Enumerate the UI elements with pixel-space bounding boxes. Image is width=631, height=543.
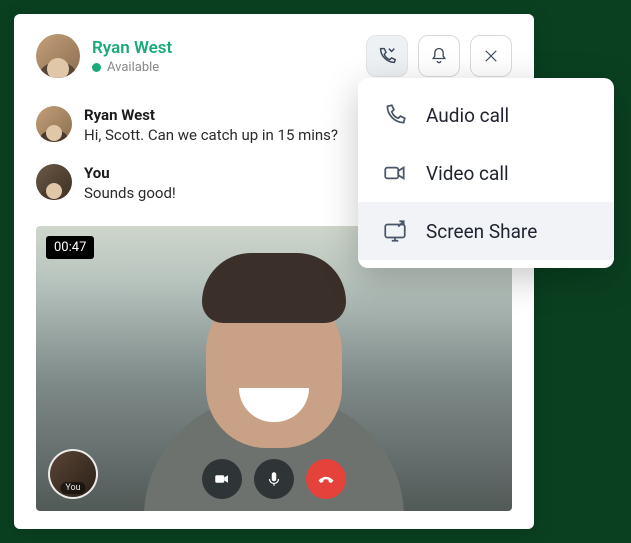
contact-info: Ryan West Available [92,38,172,75]
toggle-camera-button[interactable] [202,459,242,499]
message-avatar[interactable] [36,106,72,142]
close-icon [482,47,500,65]
call-controls [202,459,346,499]
message-sender: Ryan West [84,106,338,124]
screen-share-option[interactable]: Screen Share [358,202,614,260]
pip-label: You [60,482,85,494]
toggle-mic-button[interactable] [254,459,294,499]
status-text: Available [107,60,159,75]
video-icon [382,160,408,186]
end-call-button[interactable] [306,459,346,499]
contact-avatar[interactable] [36,34,80,78]
contact-status: Available [92,60,172,75]
self-video-pip[interactable]: You [48,449,98,499]
close-button[interactable] [470,35,512,77]
header-actions [366,35,512,77]
menu-item-label: Screen Share [426,220,537,243]
call-options-menu: Audio call Video call Screen Share [358,78,614,268]
message-body: You Sounds good! [84,164,176,202]
message-sender: You [84,164,176,182]
call-timer: 00:47 [46,236,94,259]
video-call-option[interactable]: Video call [358,144,614,202]
call-menu-button[interactable] [366,35,408,77]
bell-icon [429,46,449,66]
status-dot-icon [92,63,101,72]
screen-share-icon [382,218,408,244]
menu-item-label: Video call [426,162,509,185]
mic-icon [265,470,283,488]
camera-icon [213,470,231,488]
menu-item-label: Audio call [426,104,509,127]
message-text: Sounds good! [84,184,176,202]
hangup-icon [316,469,336,489]
phone-dropdown-icon [376,45,398,67]
video-call-area: 00:47 You [36,226,512,511]
audio-call-option[interactable]: Audio call [358,86,614,144]
remote-video-feed [169,227,379,487]
message-text: Hi, Scott. Can we catch up in 15 mins? [84,126,338,144]
message-body: Ryan West Hi, Scott. Can we catch up in … [84,106,338,144]
phone-icon [382,102,408,128]
message-avatar[interactable] [36,164,72,200]
contact-name[interactable]: Ryan West [92,38,172,58]
notifications-button[interactable] [418,35,460,77]
